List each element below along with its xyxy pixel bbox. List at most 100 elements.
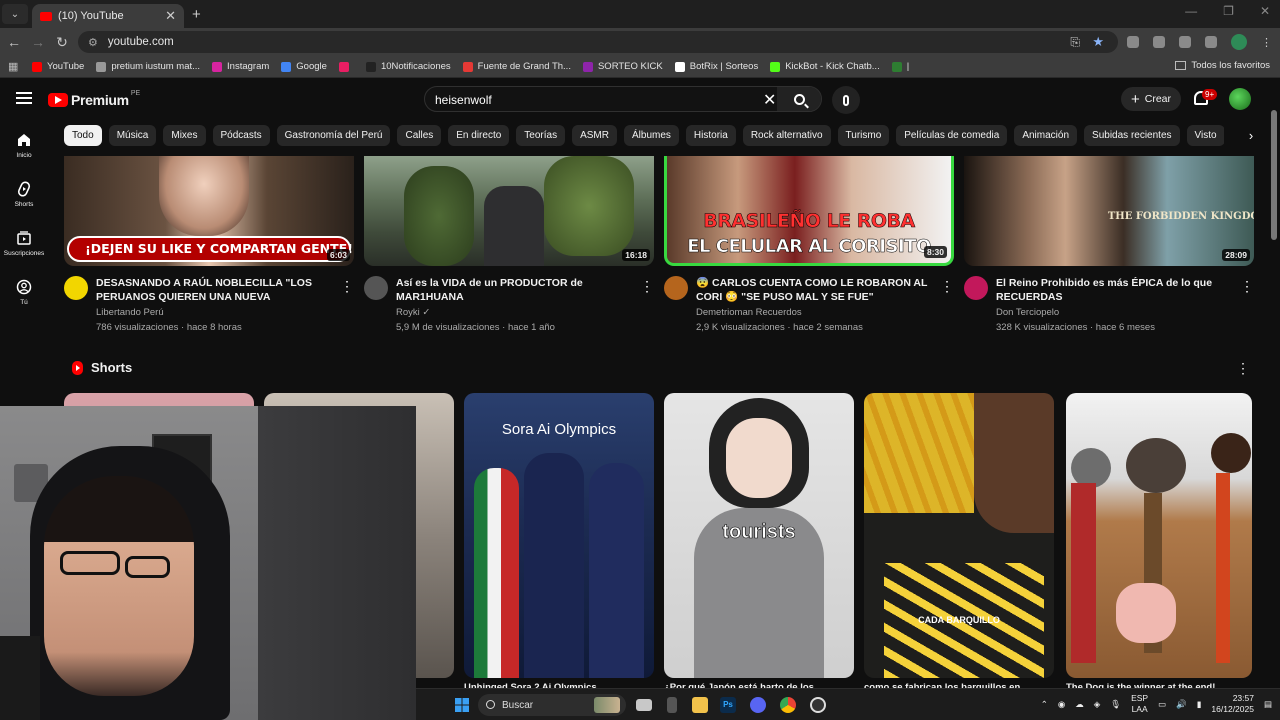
windows-start-icon[interactable]: [454, 697, 470, 713]
onedrive-icon[interactable]: ☁: [1075, 699, 1084, 710]
forward-icon[interactable]: →: [26, 34, 50, 50]
video-title[interactable]: Así es la VIDA de un PRODUCTOR de MAR1HU…: [396, 276, 636, 304]
bookmark-item[interactable]: YouTube: [32, 61, 84, 72]
extensions-puzzle-icon[interactable]: [1179, 36, 1191, 48]
chip-filter[interactable]: Mixes: [163, 125, 206, 146]
video-title[interactable]: DESASNANDO A RAÚL NOBLECILLA "LOS PERUAN…: [96, 276, 336, 304]
chip-filter[interactable]: Animación: [1014, 125, 1078, 146]
tab-youtube[interactable]: (10) YouTube ✕: [32, 4, 184, 28]
video-card[interactable]: ¡DEJEN SU LIKE Y COMPARTAN GENTE! 6:03 D…: [64, 156, 354, 336]
sidebar-item-you[interactable]: Tú: [0, 279, 48, 306]
browser-menu-icon[interactable]: ⋮: [1261, 36, 1272, 49]
video-card[interactable]: BRASILEÑO LE ROBA EL CELULAR AL CORISITO…: [664, 156, 954, 336]
profile-avatar[interactable]: [1231, 34, 1247, 50]
bookmark-item[interactable]: Instagram: [212, 61, 269, 72]
task-view-icon[interactable]: [636, 699, 652, 711]
create-button[interactable]: + Crear: [1121, 87, 1181, 111]
file-explorer-icon[interactable]: [692, 697, 708, 713]
tray-app-icon[interactable]: ◈: [1094, 699, 1101, 710]
more-options-icon[interactable]: ⋮: [640, 278, 654, 295]
minimize-icon[interactable]: —: [1185, 4, 1197, 18]
search-box[interactable]: heisenwolf ✕: [424, 86, 822, 112]
address-bar[interactable]: ⚙ youtube.com ⎘ ★: [78, 31, 1118, 53]
bookmark-item[interactable]: 10Notificaciones: [365, 61, 451, 72]
chip-filter[interactable]: En directo: [448, 125, 510, 146]
chip-filter[interactable]: Todo: [64, 125, 102, 146]
search-highlight-icon[interactable]: [594, 697, 620, 713]
back-icon[interactable]: ←: [2, 34, 26, 50]
close-window-icon[interactable]: ✕: [1260, 4, 1270, 18]
chrome-icon[interactable]: [780, 697, 796, 713]
bookmark-item[interactable]: [338, 61, 354, 72]
volume-icon[interactable]: 🔊: [1176, 699, 1187, 710]
more-options-icon[interactable]: ⋮: [940, 278, 954, 295]
sidebar-item-subscriptions[interactable]: Suscripciones: [0, 230, 48, 257]
bookmark-star-icon[interactable]: ★: [1092, 34, 1104, 50]
short-card[interactable]: tourists: [664, 393, 854, 678]
chip-filter[interactable]: Historia: [685, 125, 736, 146]
sidebar-item-shorts[interactable]: Shorts: [0, 181, 48, 208]
language-indicator[interactable]: ESP LAA: [1131, 693, 1148, 715]
chip-filter[interactable]: Visto: [1186, 125, 1224, 146]
close-tab-icon[interactable]: ✕: [165, 8, 176, 24]
network-icon[interactable]: ▭: [1158, 699, 1166, 710]
clock[interactable]: 23:57 16/12/2025: [1211, 693, 1254, 715]
short-card[interactable]: [1066, 393, 1252, 678]
reading-list-icon[interactable]: [1205, 36, 1217, 48]
account-avatar[interactable]: [1229, 88, 1251, 110]
discord-icon[interactable]: [750, 697, 766, 713]
bookmark-item[interactable]: SORTEO KICK: [582, 61, 663, 72]
channel-name[interactable]: Royki ✓: [396, 307, 430, 318]
more-options-icon[interactable]: ⋮: [1240, 278, 1254, 295]
search-input[interactable]: heisenwolf: [435, 93, 492, 107]
tray-overflow-icon[interactable]: ⌃: [1041, 699, 1048, 710]
chip-filter[interactable]: Rock alternativo: [742, 125, 831, 146]
notifications-icon[interactable]: ▤: [1264, 699, 1272, 710]
new-tab-button[interactable]: +: [192, 6, 201, 23]
chip-filter[interactable]: Turismo: [837, 125, 890, 146]
video-thumbnail[interactable]: THE FORBIDDEN KINGDOM 28:09: [964, 156, 1254, 266]
page-scrollbar[interactable]: [1271, 110, 1277, 240]
install-app-icon[interactable]: ⎘: [1070, 35, 1080, 50]
apps-grid-icon[interactable]: ▦: [8, 60, 20, 73]
more-options-icon[interactable]: ⋮: [340, 278, 354, 295]
bookmark-item[interactable]: KickBot - Kick Chatb...: [770, 61, 880, 72]
all-bookmarks-button[interactable]: Todos los favoritos: [1175, 60, 1270, 71]
channel-name[interactable]: Don Terciopelo: [996, 307, 1059, 318]
youtube-logo[interactable]: Premium PE: [48, 90, 140, 108]
video-thumbnail[interactable]: ¡DEJEN SU LIKE Y COMPARTAN GENTE! 6:03: [64, 156, 354, 266]
chip-filter[interactable]: Subidas recientes: [1084, 125, 1180, 146]
bookmark-item[interactable]: Fuente de Grand Th...: [462, 61, 571, 72]
chip-filter[interactable]: Álbumes: [624, 125, 679, 146]
chevron-right-icon[interactable]: ›: [1240, 126, 1262, 146]
channel-avatar[interactable]: [964, 276, 988, 300]
short-card[interactable]: CADA BARQUILLO: [864, 393, 1054, 678]
channel-avatar[interactable]: [64, 276, 88, 300]
search-button[interactable]: [777, 87, 821, 111]
microphone-icon[interactable]: 🎙: [1110, 699, 1121, 710]
chip-filter[interactable]: Calles: [397, 125, 442, 146]
sidebar-item-home[interactable]: Inicio: [0, 132, 48, 159]
video-title[interactable]: El Reino Prohibido es más ÉPICA de lo qu…: [996, 276, 1236, 304]
reload-icon[interactable]: ↻: [50, 34, 74, 51]
bookmark-item[interactable]: Google: [281, 61, 327, 72]
channel-avatar[interactable]: [664, 276, 688, 300]
extension-icon[interactable]: [1153, 36, 1165, 48]
bookmark-item[interactable]: pretium iustum mat...: [96, 61, 200, 72]
obs-icon[interactable]: [810, 697, 826, 713]
chip-filter[interactable]: Películas de comedia: [896, 125, 1008, 146]
video-title[interactable]: 😨 CARLOS CUENTA COMO LE ROBARON AL CORI …: [696, 276, 936, 304]
battery-icon[interactable]: ▮: [1197, 699, 1202, 710]
app-icon[interactable]: [667, 697, 677, 713]
video-thumbnail[interactable]: 16:18: [364, 156, 654, 266]
photoshop-icon[interactable]: Ps: [720, 697, 736, 713]
video-card[interactable]: THE FORBIDDEN KINGDOM 28:09 El Reino Pro…: [964, 156, 1254, 336]
bookmark-item[interactable]: BotRix | Sorteos: [674, 61, 758, 72]
maximize-icon[interactable]: ❐: [1223, 4, 1234, 18]
hamburger-menu-icon[interactable]: [16, 92, 32, 104]
video-card[interactable]: 16:18 Así es la VIDA de un PRODUCTOR de …: [364, 156, 654, 336]
tab-search-button[interactable]: ⌄: [2, 4, 28, 24]
site-info-icon[interactable]: ⚙: [88, 36, 98, 49]
clear-search-icon[interactable]: ✕: [763, 90, 776, 110]
voice-search-button[interactable]: [832, 86, 860, 114]
